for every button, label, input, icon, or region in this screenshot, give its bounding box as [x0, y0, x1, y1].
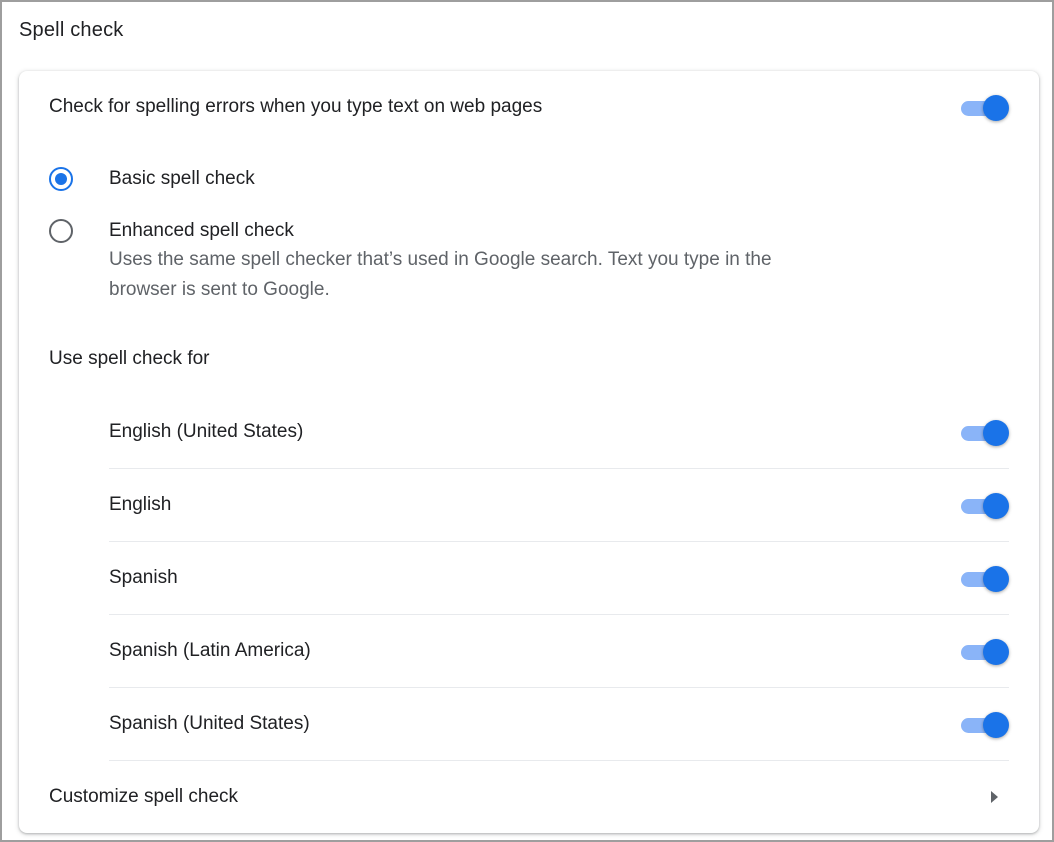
language-toggle[interactable]: [961, 639, 1009, 665]
main-toggle-label: Check for spelling errors when you type …: [49, 96, 543, 117]
language-row: English (United States): [109, 396, 1009, 468]
language-toggle[interactable]: [961, 566, 1009, 592]
section-title: Spell check: [19, 19, 124, 41]
basic-spell-check-label: Basic spell check: [109, 168, 255, 189]
language-label: English: [109, 494, 172, 515]
toggle-knob: [983, 95, 1009, 121]
main-toggle-row[interactable]: Check for spelling errors when you type …: [19, 71, 1039, 143]
language-toggle[interactable]: [961, 493, 1009, 519]
toggle-knob: [983, 493, 1009, 519]
toggle-knob: [983, 420, 1009, 446]
toggle-knob: [983, 639, 1009, 665]
enhanced-spell-check-description: Uses the same spell checker that’s used …: [109, 249, 772, 300]
language-row: English: [109, 469, 1009, 541]
language-toggle[interactable]: [961, 712, 1009, 738]
language-toggle[interactable]: [961, 420, 1009, 446]
basic-spell-check-radio[interactable]: [49, 167, 73, 191]
language-label: Spanish (Latin America): [109, 640, 311, 661]
basic-spell-check-option[interactable]: Basic spell check: [19, 157, 1039, 201]
customize-spell-check-row[interactable]: Customize spell check: [19, 761, 1039, 833]
chevron-right-icon[interactable]: [991, 791, 998, 803]
spell-check-toggle[interactable]: [961, 95, 1009, 121]
language-label: Spanish (United States): [109, 713, 310, 734]
spell-check-card: Check for spelling errors when you type …: [19, 71, 1039, 833]
language-row: Spanish (United States): [109, 688, 1009, 760]
language-row: Spanish: [109, 542, 1009, 614]
languages-heading: Use spell check for: [49, 348, 210, 369]
language-row: Spanish (Latin America): [109, 615, 1009, 687]
customize-spell-check-label: Customize spell check: [49, 786, 239, 807]
enhanced-spell-check-label: Enhanced spell check: [109, 220, 294, 241]
settings-frame: Spell check Check for spelling errors wh…: [0, 0, 1054, 842]
toggle-knob: [983, 566, 1009, 592]
language-label: Spanish: [109, 567, 178, 588]
enhanced-spell-check-option[interactable]: Enhanced spell check Uses the same spell…: [19, 213, 1039, 309]
enhanced-spell-check-radio[interactable]: [49, 219, 73, 243]
toggle-knob: [983, 712, 1009, 738]
language-label: English (United States): [109, 421, 304, 442]
